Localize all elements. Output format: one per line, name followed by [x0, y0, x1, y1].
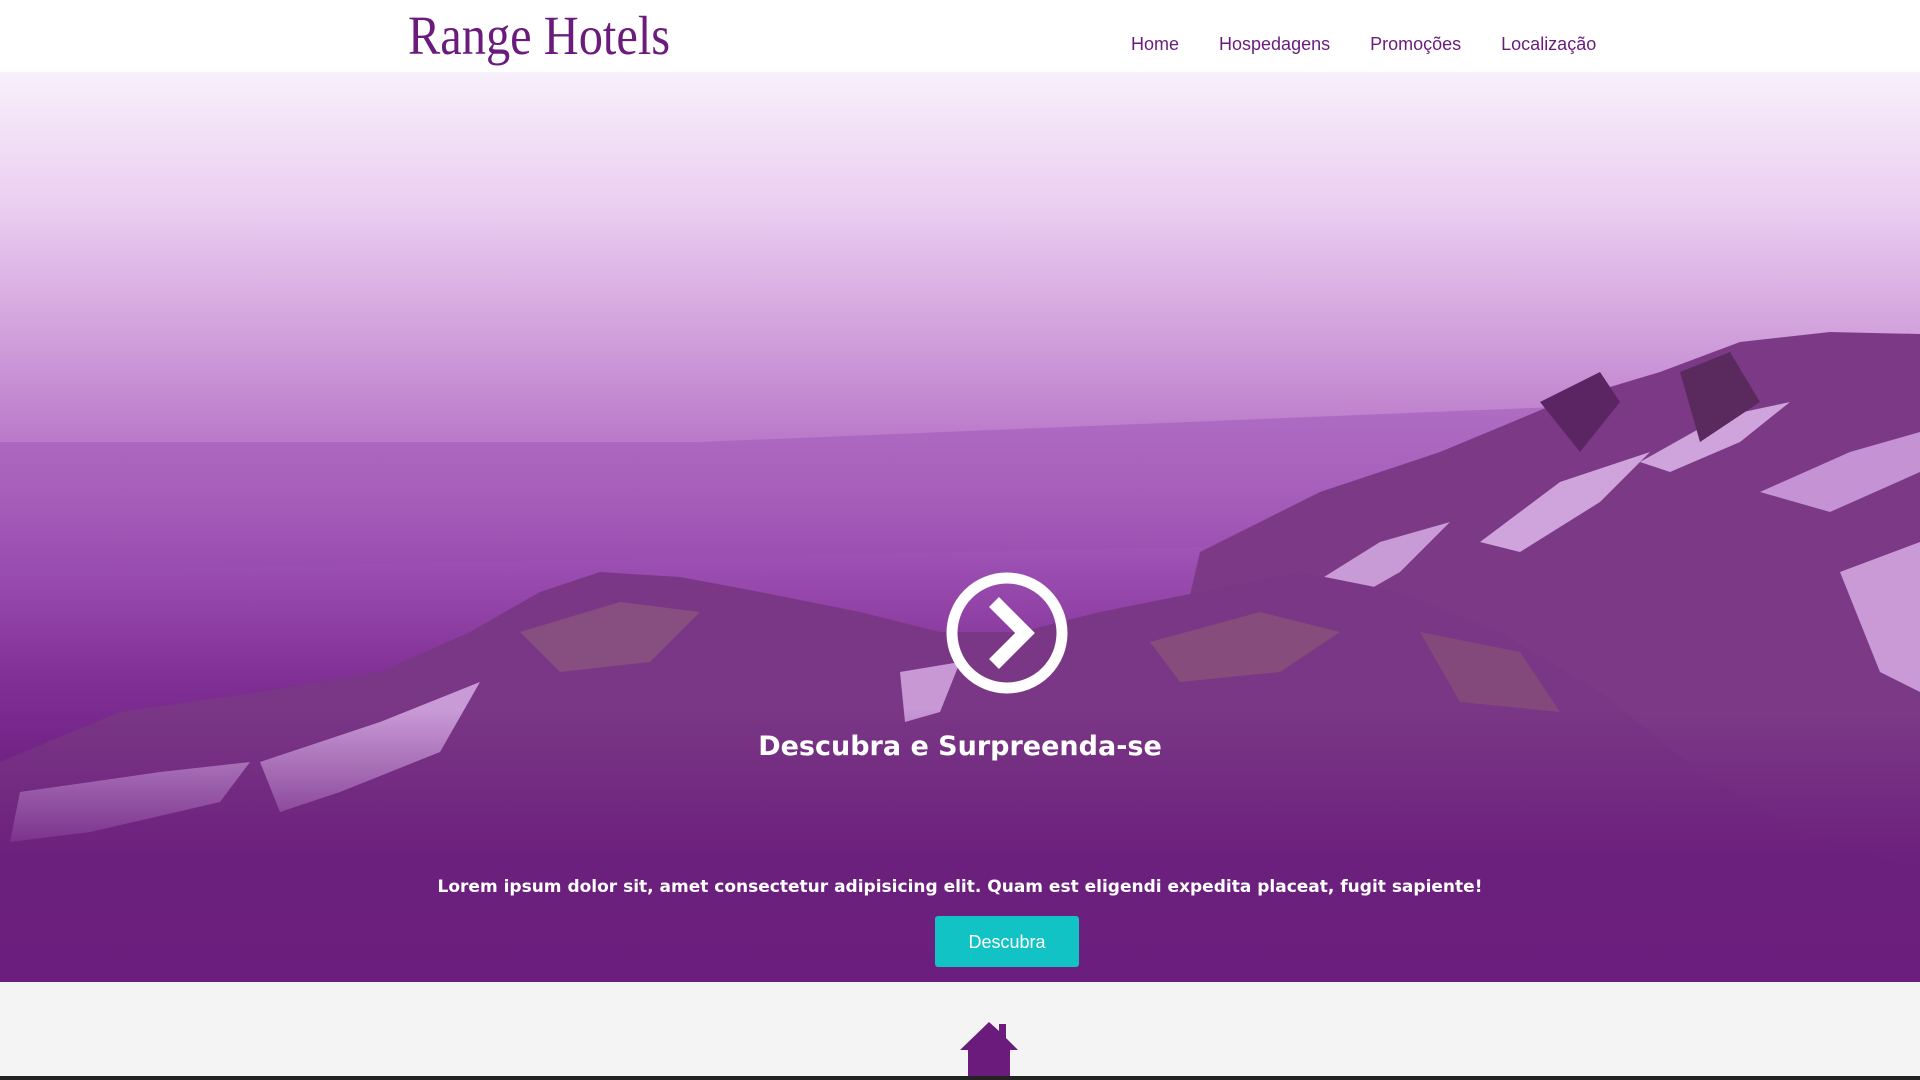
nav-item-hospedagens[interactable]: Hospedagens: [1219, 31, 1330, 57]
hero-content: Descubra e Surpreenda-se Lorem ipsum dol…: [0, 72, 1920, 982]
site-logo[interactable]: Range Hotels: [408, 4, 670, 68]
section-divider: [0, 1076, 1920, 1080]
nav-item-home[interactable]: Home: [1131, 31, 1179, 57]
hero-description: Lorem ipsum dolor sit, amet consectetur …: [437, 877, 1483, 897]
hero-section: Descubra e Surpreenda-se Lorem ipsum dol…: [0, 72, 1920, 982]
hero-title: Descubra e Surpreenda-se: [758, 731, 1162, 762]
discover-button[interactable]: Descubra: [935, 916, 1079, 967]
home-icon: [960, 1022, 1018, 1076]
chevron-right-circle-icon[interactable]: [946, 572, 1068, 694]
nav-item-promocoes[interactable]: Promoções: [1370, 31, 1461, 57]
main-nav: Home Hospedagens Promoções Localização: [1131, 31, 1636, 57]
nav-item-localizacao[interactable]: Localização: [1501, 31, 1596, 57]
site-header: Range Hotels Home Hospedagens Promoções …: [0, 0, 1920, 72]
